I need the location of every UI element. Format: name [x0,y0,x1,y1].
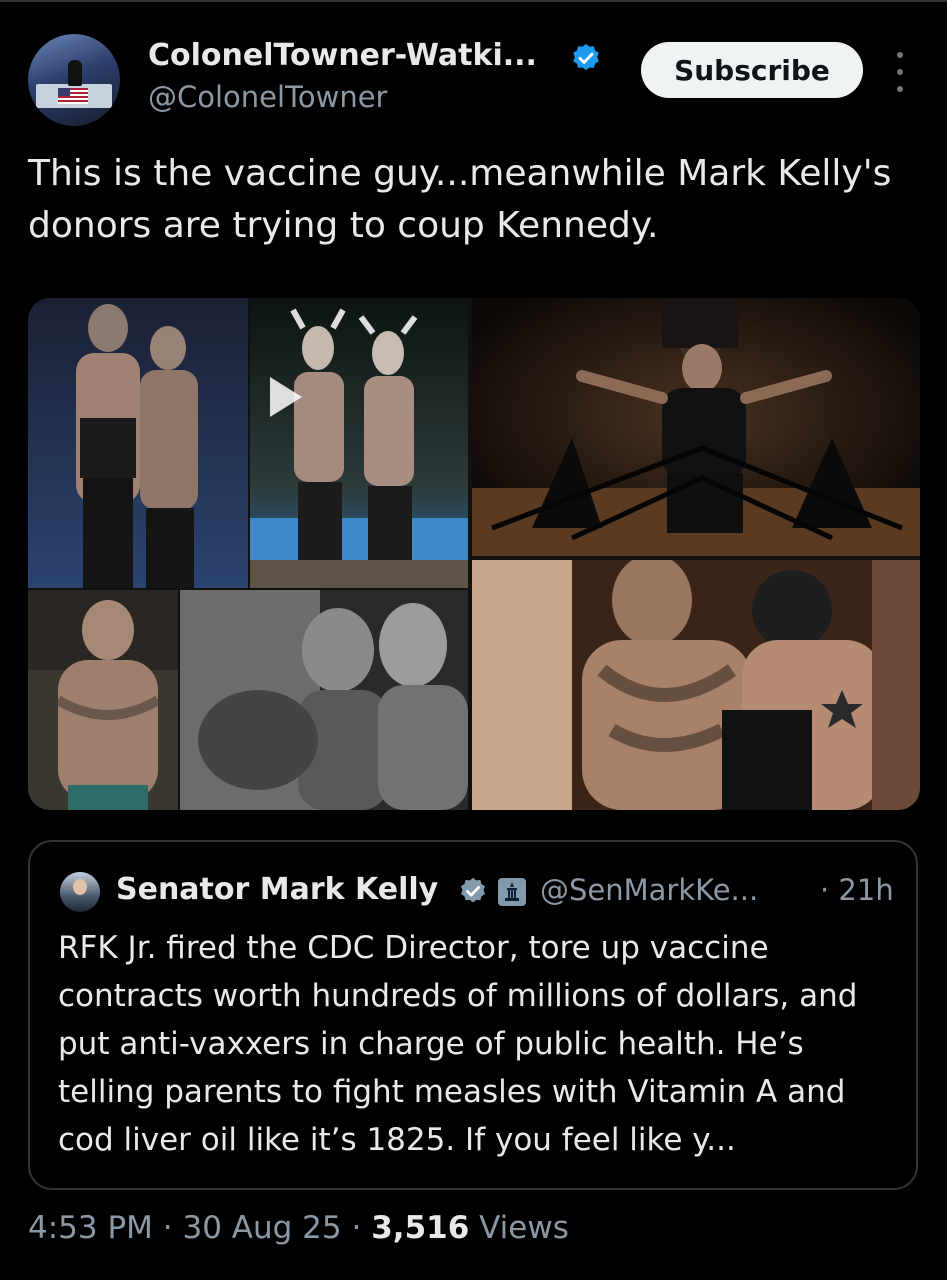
media-grid[interactable] [28,298,920,810]
subscribe-button[interactable]: Subscribe [641,42,863,98]
verified-badge-icon [573,44,599,71]
meta-separator: · [351,1210,362,1246]
government-badge-icon [498,878,526,906]
views-count: 3,516 [371,1210,470,1246]
more-options-icon[interactable] [888,52,912,92]
play-icon[interactable] [270,377,302,417]
media-image-4[interactable] [472,560,920,810]
post-date[interactable]: 30 Aug 25 [183,1210,342,1246]
media-image-2[interactable] [28,590,468,810]
quoted-post-text: RFK Jr. fired the CDC Director, tore up … [58,930,858,1158]
quoted-post[interactable]: Senator Mark Kelly @SenMarkKe... · 21h R… [28,840,918,1190]
media-image-1[interactable] [28,298,468,588]
media-image-3[interactable] [472,298,920,556]
post-time[interactable]: 4:53 PM [28,1210,153,1246]
quoted-author-handle[interactable]: @SenMarkKe... [540,873,758,907]
quoted-post-time: · 21h [820,873,894,907]
post-meta: 4:53 PM · 30 Aug 25 · 3,516 Views [28,1210,569,1246]
post-text: This is the vaccine guy...meanwhile Mark… [28,153,892,246]
quoted-author-name[interactable]: Senator Mark Kelly [116,872,438,907]
views-label: Views [479,1210,569,1246]
verified-badge-icon [461,877,485,903]
top-divider [0,0,947,2]
author-name[interactable]: ColonelTowner-Watki... [148,38,537,73]
author-avatar[interactable] [28,34,120,126]
quoted-author-avatar[interactable] [60,872,100,912]
meta-separator: · [162,1210,173,1246]
author-handle[interactable]: @ColonelTowner [148,80,387,114]
